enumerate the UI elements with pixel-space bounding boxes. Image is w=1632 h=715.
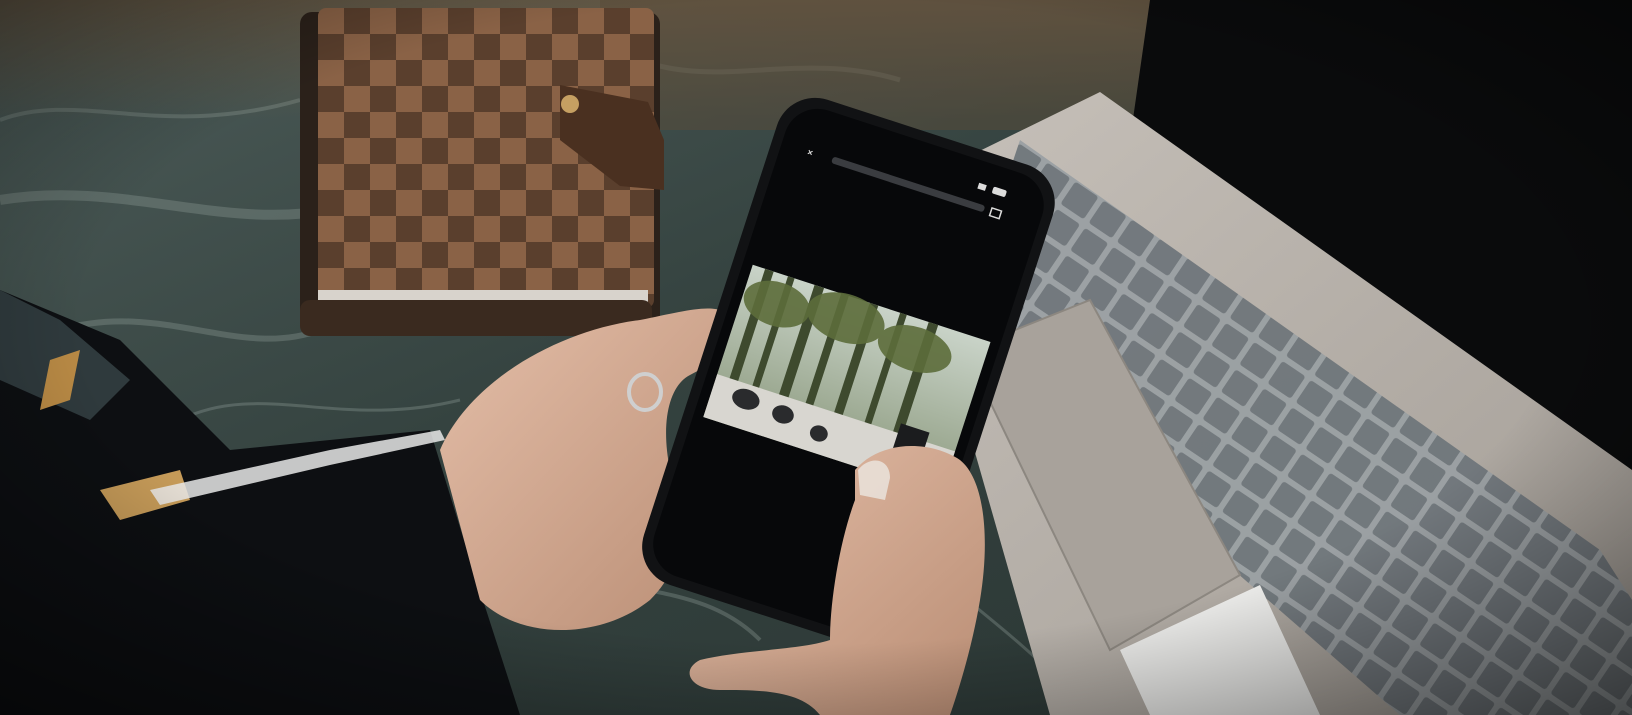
scene-illustration: ✕ bbox=[0, 0, 1632, 715]
vignette-overlay bbox=[0, 0, 1632, 715]
photo-scene: ✕ bbox=[0, 0, 1632, 715]
